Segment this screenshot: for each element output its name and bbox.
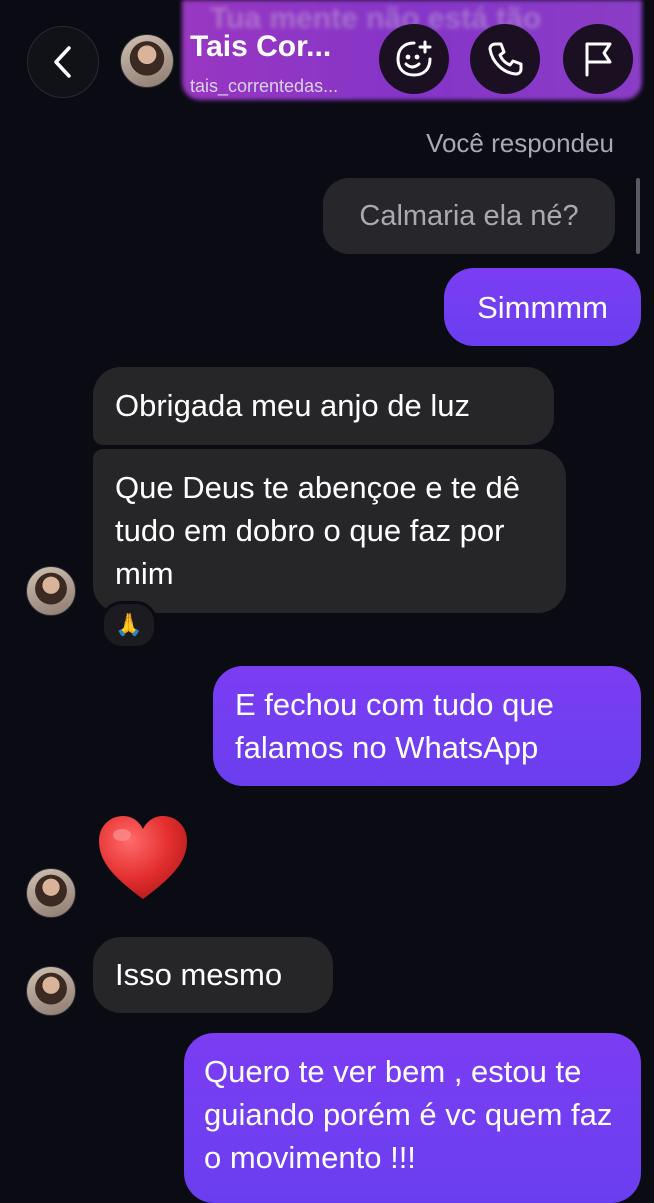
sticker-button[interactable]	[379, 24, 449, 94]
voice-call-button[interactable]	[470, 24, 540, 94]
message-text: Que Deus te abençoe e te dê tudo em dobr…	[115, 470, 521, 591]
contact-name[interactable]: Tais Cor...	[190, 30, 331, 64]
contact-avatar[interactable]	[120, 34, 174, 88]
report-button[interactable]	[563, 24, 633, 94]
sticker-smile-plus-icon	[396, 40, 432, 77]
chat-header: Tua mente não está tão Tais Cor... tais_…	[0, 0, 654, 120]
message-reaction[interactable]: 🙏	[101, 601, 157, 649]
back-button[interactable]	[27, 26, 99, 98]
message-text: Isso mesmo	[115, 957, 283, 992]
flag-icon	[585, 42, 612, 77]
heart-icon	[99, 816, 187, 899]
message-text: Obrigada meu anjo de luz	[115, 388, 471, 423]
you-replied-label: Você respondeu	[426, 128, 614, 158]
message-bubble-sent[interactable]: Quero te ver bem , estou te guiando poré…	[184, 1033, 641, 1203]
message-bubble-received[interactable]: Isso mesmo	[93, 937, 333, 1013]
message-text: Quero te ver bem , estou te guiando poré…	[204, 1054, 613, 1175]
quoted-message[interactable]: Calmaria ela né?	[323, 178, 615, 254]
scrollbar[interactable]	[636, 178, 640, 254]
quoted-message-text: Calmaria ela né?	[359, 199, 579, 232]
phone-icon	[488, 42, 523, 76]
chat-screen: Tua mente não está tão Tais Cor... tais_…	[0, 0, 654, 1203]
message-bubble-sent[interactable]: Simmmm	[444, 268, 641, 346]
message-bubble-received[interactable]: Obrigada meu anjo de luz	[93, 367, 554, 445]
chevron-left-icon	[54, 46, 71, 78]
message-bubble-received[interactable]: Que Deus te abençoe e te dê tudo em dobr…	[93, 449, 566, 613]
contact-avatar-small[interactable]	[26, 868, 76, 918]
message-bubble-sent[interactable]: E fechou com tudo que falamos no WhatsAp…	[213, 666, 641, 786]
heart-emoji-message[interactable]	[96, 813, 190, 923]
message-text: Simmmm	[477, 289, 608, 325]
pray-emoji: 🙏	[115, 612, 143, 637]
contact-avatar-small[interactable]	[26, 566, 76, 616]
message-text: E fechou com tudo que falamos no WhatsAp…	[235, 687, 554, 765]
contact-username[interactable]: tais_correntedas...	[190, 76, 338, 97]
contact-avatar-small[interactable]	[26, 966, 76, 1016]
